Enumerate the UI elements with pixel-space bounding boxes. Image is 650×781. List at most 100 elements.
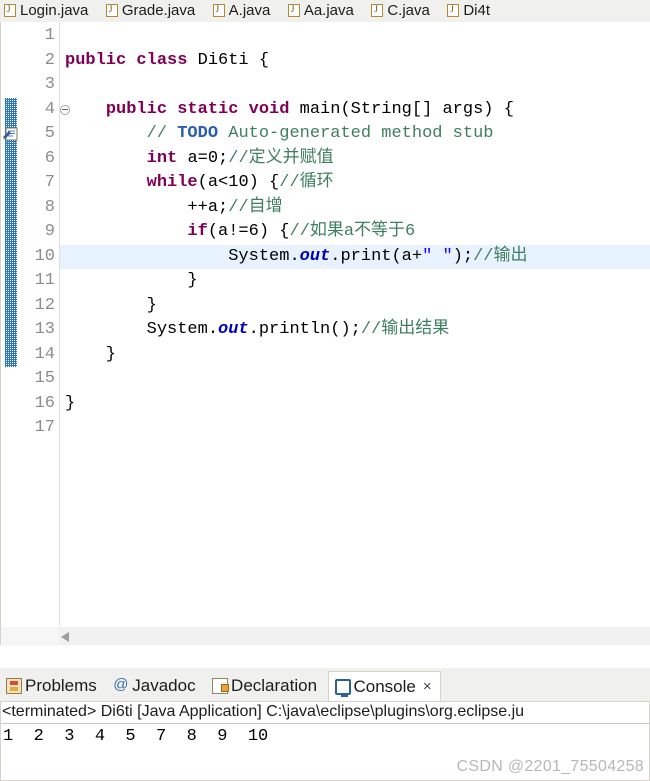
line-number: 14	[34, 344, 55, 364]
declaration-icon	[212, 678, 230, 694]
editor-horizontal-scrollbar[interactable]	[1, 626, 650, 646]
java-file-icon	[371, 3, 384, 17]
code-token: //输出	[473, 246, 528, 266]
todo-task-marker-icon[interactable]	[3, 126, 19, 142]
editor-tab-bar: Login.java Grade.java A.java Aa.java C.j…	[0, 0, 650, 23]
marker-gutter[interactable]	[1, 22, 19, 645]
tab-console[interactable]: Console ×	[327, 671, 441, 702]
code-token: public static void	[105, 99, 300, 119]
problems-icon	[6, 678, 22, 694]
code-line[interactable]: ++a;//自增	[61, 196, 650, 221]
code-line[interactable]	[61, 416, 650, 441]
code-token: );	[452, 246, 474, 266]
tab-declaration[interactable]: Declaration	[206, 671, 323, 701]
code-line[interactable]: }	[61, 294, 650, 319]
editor-tab-label: Di4t	[463, 2, 490, 19]
code-token: .println();	[248, 320, 361, 339]
line-number: 17	[34, 418, 55, 437]
code-line[interactable]: public static void main(String[] args) {	[61, 98, 650, 123]
line-number: 4	[18, 98, 70, 123]
line-number: 12	[34, 295, 55, 315]
tab-javadoc[interactable]: Javadoc	[107, 671, 201, 701]
code-token: Di6ti {	[197, 50, 270, 70]
editor-tab-label: C.java	[387, 2, 430, 19]
code-token: public class	[65, 50, 198, 70]
editor-tab-login-java[interactable]: Login.java	[0, 0, 97, 22]
code-editor[interactable]: 1 2 3 4 5 6 7 8 9 10 11 12 13 14 15 16 17 public class D…	[0, 22, 650, 647]
code-line[interactable]: // TODO Auto-generated method stub	[61, 122, 650, 147]
editor-tab-label: Aa.java	[303, 2, 354, 19]
code-line[interactable]: int a=0;//定义并赋值	[61, 147, 650, 172]
code-line[interactable]: System.out.println();//输出结果	[61, 318, 650, 343]
line-number: 11	[34, 271, 55, 290]
code-token: out	[218, 320, 249, 339]
code-line[interactable]	[61, 73, 650, 98]
tab-label: Console	[353, 677, 416, 696]
editor-tab-label: Login.java	[20, 2, 89, 19]
tab-label: Problems	[25, 676, 97, 695]
code-text-area[interactable]: public class Di6ti { public static void …	[61, 22, 650, 647]
editor-tab-c-java[interactable]: C.java	[367, 0, 439, 22]
code-token: //如果a不等于6	[289, 222, 416, 241]
javadoc-icon	[113, 676, 129, 694]
code-token: }	[65, 393, 76, 413]
code-token: }	[65, 344, 117, 364]
watermark-label: CSDN @2201_75504258	[456, 758, 644, 775]
editor-tab-di4t[interactable]: Di4t	[443, 0, 499, 22]
code-token: (a!=6) {	[207, 222, 290, 241]
console-output-text: 1 2 3 4 5 7 8 9 10	[3, 727, 269, 746]
code-line[interactable]: }	[61, 269, 650, 294]
code-token: a=0;	[187, 148, 229, 168]
code-token: //输出结果	[360, 320, 450, 339]
code-line[interactable]	[61, 367, 650, 392]
code-token: int	[146, 148, 188, 168]
code-token: out	[299, 246, 331, 266]
code-token: System.	[228, 246, 300, 266]
code-line[interactable]: }	[61, 392, 650, 417]
line-number: 2	[44, 50, 55, 70]
code-line[interactable]: }	[61, 343, 650, 368]
code-line[interactable]	[61, 24, 650, 49]
tab-label: Declaration	[231, 676, 318, 695]
view-tab-bar: Problems Javadoc Declaration Console ×	[0, 671, 650, 701]
java-file-icon	[287, 3, 300, 17]
code-line[interactable]: while(a<10) {//循环	[61, 171, 650, 196]
code-line[interactable]: System.out.print(a+" ");//输出	[61, 244, 650, 269]
line-number: 1	[44, 26, 55, 45]
console-process-label: <terminated> Di6ti [Java Application] C:…	[2, 703, 525, 720]
code-token: .print(a+	[330, 246, 423, 266]
editor-tab-grade-java[interactable]: Grade.java	[102, 0, 204, 22]
line-number: 13	[34, 320, 55, 339]
editor-tab-a-java[interactable]: A.java	[209, 0, 280, 22]
scroll-left-arrow-icon[interactable]	[61, 632, 69, 642]
editor-tab-label: Grade.java	[121, 2, 196, 19]
line-number: 6	[44, 148, 55, 168]
line-number: 10	[34, 246, 55, 266]
line-number: 3	[44, 75, 55, 94]
editor-tab-aa-java[interactable]: Aa.java	[284, 0, 363, 22]
line-number-ruler: 1 2 3 4 5 6 7 8 9 10 11 12 13 14 15 16 17	[18, 22, 70, 645]
java-file-icon	[447, 3, 460, 17]
line-number: 9	[44, 222, 55, 241]
line-number: 16	[34, 393, 55, 413]
java-file-icon	[105, 3, 118, 17]
code-token: Auto-generated method stub	[218, 124, 494, 143]
tab-problems[interactable]: Problems	[0, 671, 103, 701]
close-icon[interactable]: ×	[423, 672, 432, 702]
code-token: TODO	[177, 124, 219, 143]
code-line[interactable]: public class Di6ti {	[61, 49, 650, 74]
code-line[interactable]: if(a!=6) {//如果a不等于6	[61, 220, 650, 245]
code-token: ++a;	[187, 197, 229, 217]
java-file-icon	[212, 3, 225, 17]
line-number: 8	[44, 197, 55, 217]
code-token: }	[65, 271, 198, 290]
tab-label: Javadoc	[132, 676, 196, 695]
code-token: //循环	[279, 173, 334, 192]
code-token: " "	[422, 246, 453, 266]
line-number: 5	[44, 124, 55, 143]
